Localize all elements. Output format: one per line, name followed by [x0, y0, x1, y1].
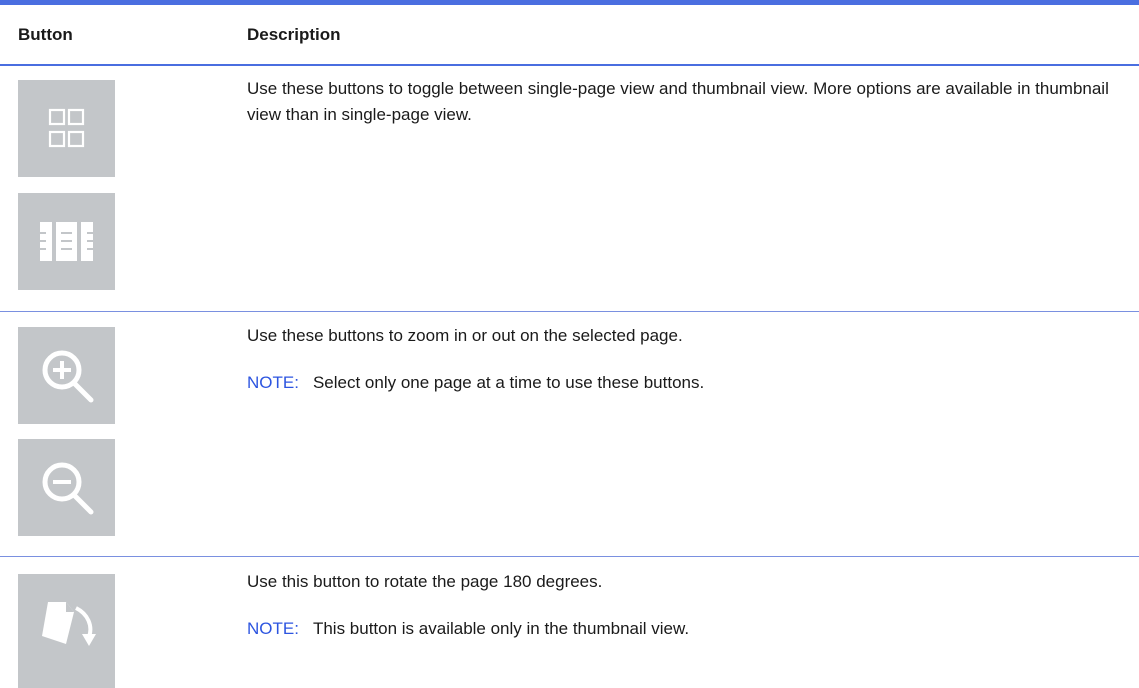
zoom-in-button[interactable] [18, 327, 115, 424]
column-header-description: Description [247, 25, 341, 44]
row-divider [0, 556, 1139, 557]
table-header: Button Description [0, 5, 1139, 64]
single-page-view-icon [40, 222, 93, 261]
thumbnail-view-button[interactable] [18, 80, 115, 177]
zoom-out-icon [42, 462, 94, 515]
note-rotate: NOTE: This button is available only in th… [247, 616, 689, 642]
column-header-button: Button [18, 25, 73, 44]
rotate-page-icon [42, 602, 96, 646]
thumbnail-view-icon [48, 108, 85, 148]
note-label: NOTE: [247, 373, 299, 392]
single-page-view-button[interactable] [18, 193, 115, 290]
description-toggle-views: Use these buttons to toggle between sing… [247, 79, 1109, 124]
rotate-page-button[interactable] [18, 574, 115, 688]
header-divider [0, 64, 1139, 66]
zoom-in-icon [42, 350, 94, 403]
note-text: Select only one page at a time to use th… [312, 373, 705, 392]
note-text: This button is available only in the thu… [312, 619, 690, 638]
note-zoom: NOTE: Select only one page at a time to u… [247, 370, 704, 396]
description-zoom: Use these buttons to zoom in or out on t… [247, 326, 683, 345]
zoom-out-button[interactable] [18, 439, 115, 536]
button-description-table: Button Description Use these buttons to … [0, 0, 1139, 688]
note-label: NOTE: [247, 619, 299, 638]
description-rotate: Use this button to rotate the page 180 d… [247, 572, 603, 591]
row-divider [0, 311, 1139, 312]
